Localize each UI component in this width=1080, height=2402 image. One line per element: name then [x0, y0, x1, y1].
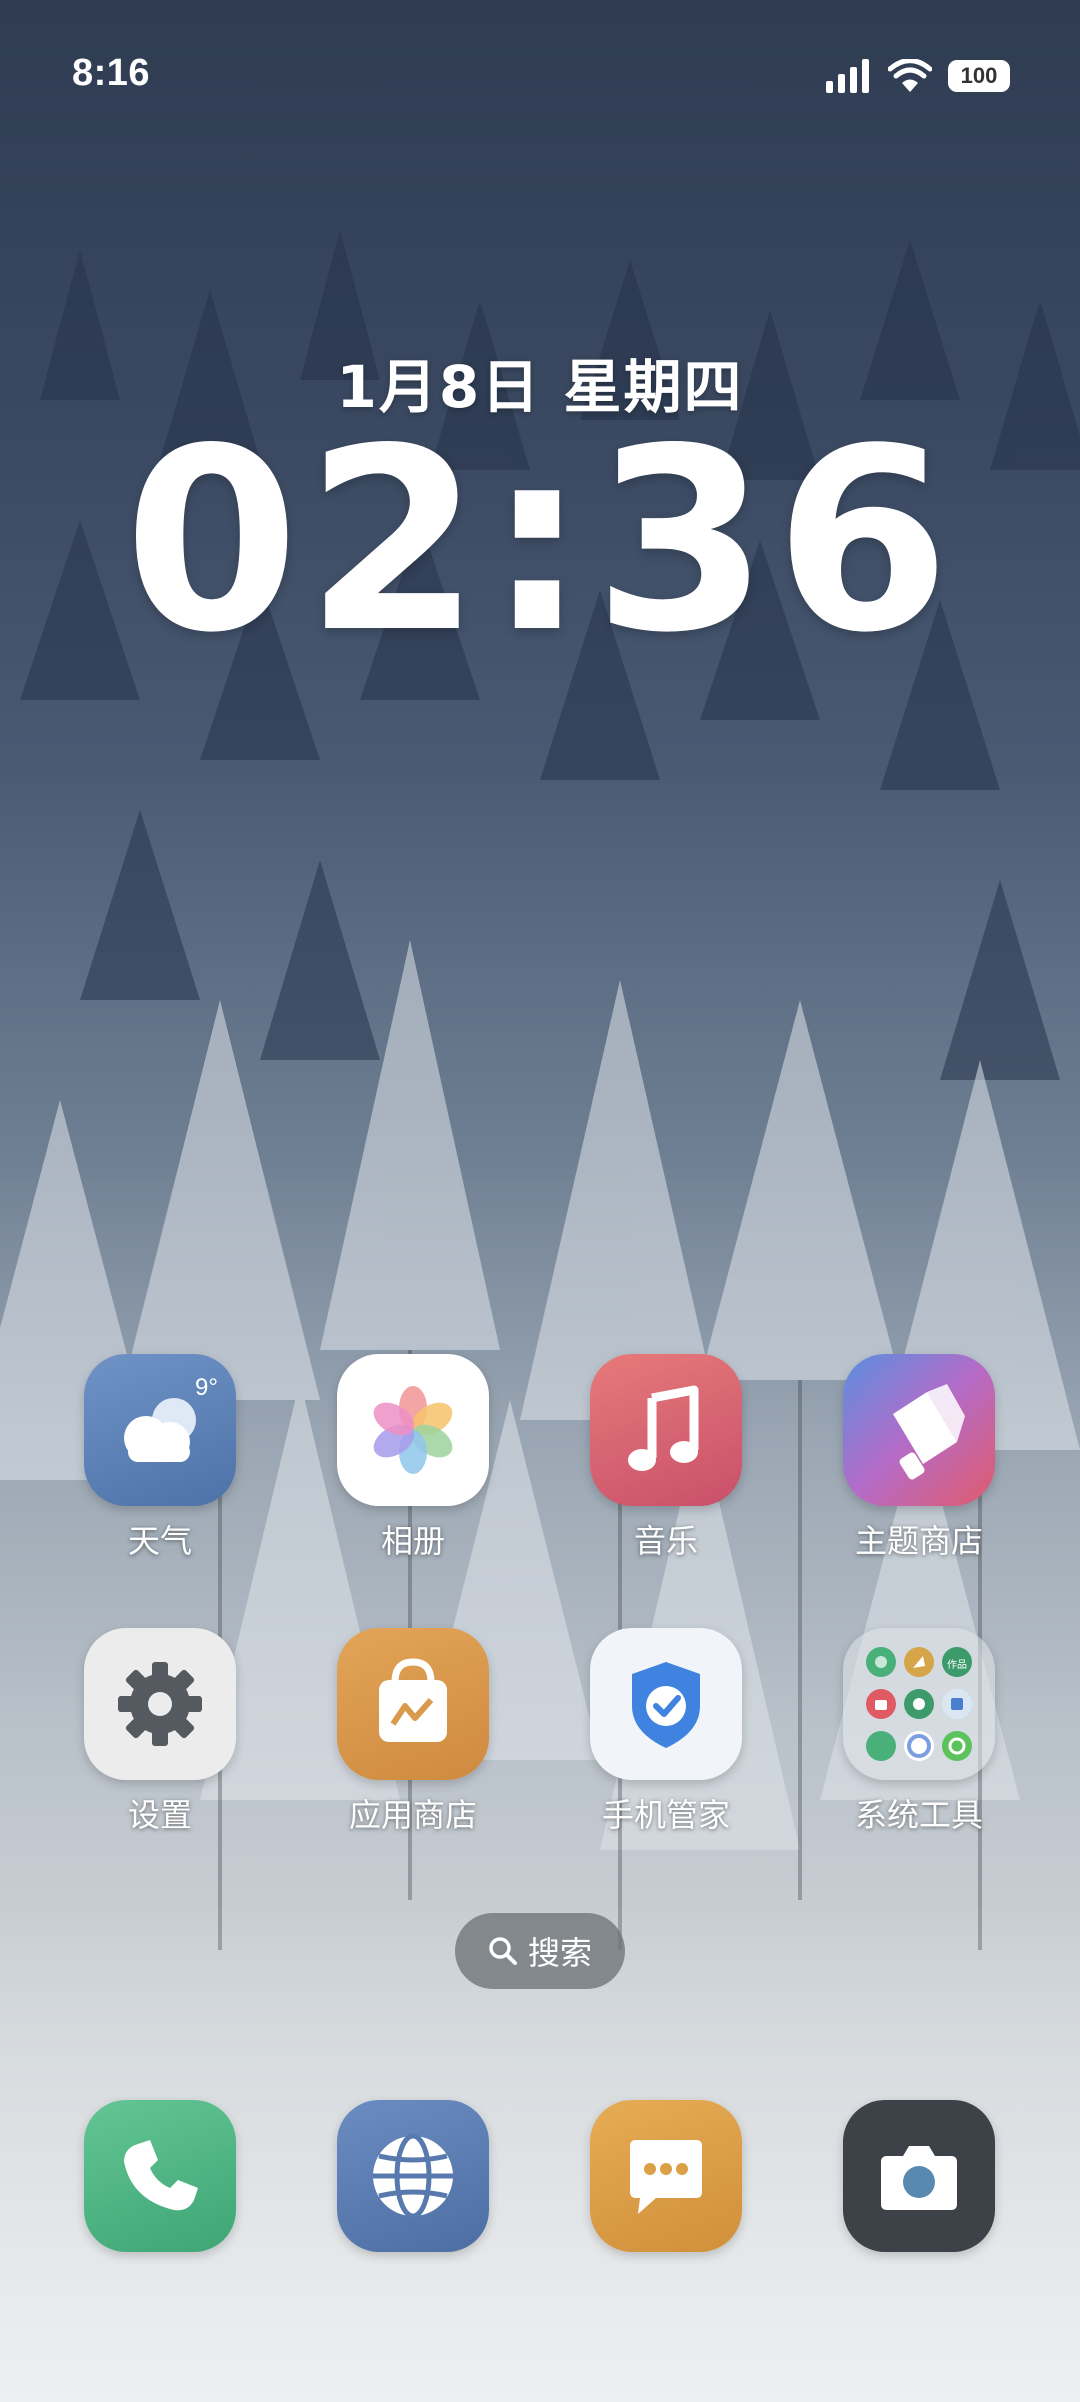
search-icon [489, 1937, 517, 1965]
app-label: 系统工具 [854, 1796, 983, 1834]
dock-camera[interactable] [819, 2100, 1019, 2252]
status-time: 8:16 [72, 52, 151, 94]
app-settings[interactable]: 设置 [60, 1628, 260, 1836]
search-label: 搜索 [527, 1934, 592, 1972]
home-screen: 8:16 100 1月8日 星期四 02:36 9° 天气 相册 音乐 主题商店… [0, 0, 1080, 2402]
app-label: 天气 [127, 1522, 192, 1560]
phone-icon [84, 2100, 236, 2252]
status-bar: 8:16 100 [0, 0, 1080, 150]
theme-brush-icon [843, 1354, 995, 1506]
app-label: 应用商店 [348, 1796, 477, 1834]
widget-time: 02:36 [123, 395, 957, 688]
folder-system-tools[interactable]: 作品 系统工具 [819, 1628, 1019, 1836]
app-music[interactable]: 音乐 [566, 1354, 766, 1562]
signal-icon [826, 59, 869, 93]
dock-messages[interactable] [566, 2100, 766, 2252]
app-photos[interactable]: 相册 [313, 1354, 513, 1562]
app-label: 手机管家 [601, 1796, 730, 1834]
shopping-bag-icon [337, 1628, 489, 1780]
app-label: 音乐 [633, 1522, 698, 1560]
dock-browser[interactable] [313, 2100, 513, 2252]
app-themes[interactable]: 主题商店 [819, 1354, 1019, 1562]
folder-mini-label: 作品 [947, 1660, 967, 1671]
app-store[interactable]: 应用商店 [313, 1628, 513, 1836]
app-phone-manager[interactable]: 手机管家 [566, 1628, 766, 1836]
status-icons: 100 [826, 56, 1010, 96]
photos-flower-icon [337, 1354, 489, 1506]
folder-icon: 作品 [843, 1628, 995, 1780]
weather-temp: 9° [195, 1374, 218, 1401]
globe-icon [337, 2100, 489, 2252]
search-button[interactable]: 搜索 [455, 1913, 625, 1989]
music-note-icon [590, 1354, 742, 1506]
message-icon [590, 2100, 742, 2252]
app-label: 相册 [380, 1522, 445, 1560]
app-label: 设置 [127, 1796, 192, 1834]
clock-widget[interactable]: 1月8日 星期四 02:36 [0, 340, 1080, 668]
app-label: 主题商店 [854, 1522, 983, 1560]
shield-check-icon [590, 1628, 742, 1780]
wifi-icon [888, 59, 932, 92]
battery-indicator: 100 [948, 60, 1010, 92]
dock-phone[interactable] [60, 2100, 260, 2252]
weather-cloud-icon: 9° [84, 1354, 236, 1506]
app-weather[interactable]: 9° 天气 [60, 1354, 260, 1562]
camera-icon [843, 2100, 995, 2252]
gear-icon [84, 1628, 236, 1780]
